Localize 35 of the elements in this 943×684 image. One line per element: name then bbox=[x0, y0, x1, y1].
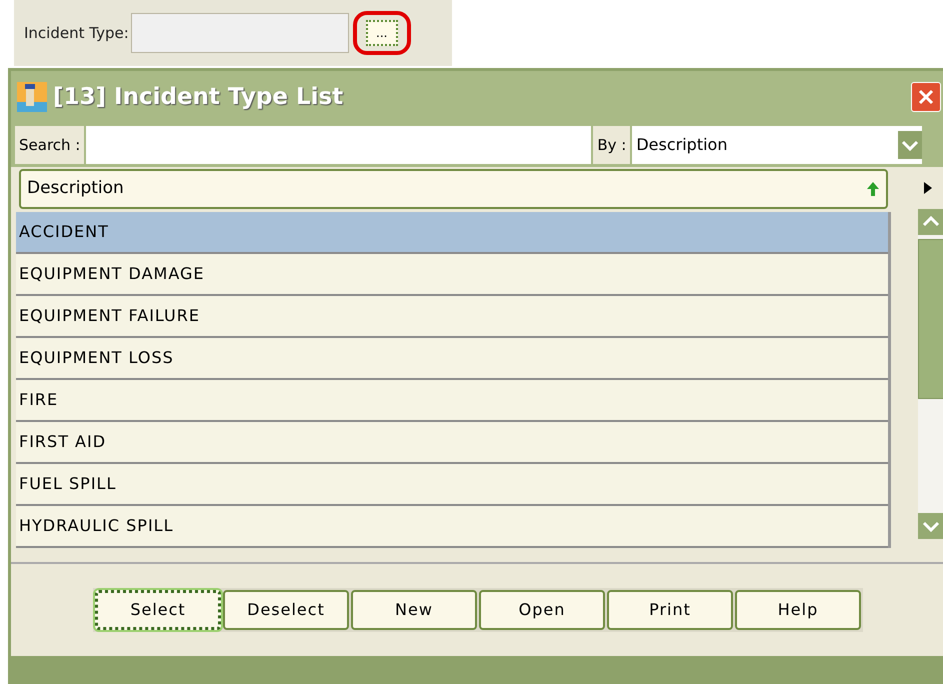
column-title: Description bbox=[27, 177, 124, 200]
scroll-down-icon[interactable] bbox=[918, 513, 943, 539]
search-label: Search : bbox=[15, 126, 84, 164]
dialog-button[interactable]: New bbox=[351, 590, 477, 630]
dialog-button[interactable]: Select bbox=[95, 590, 221, 630]
table-row[interactable]: EQUIPMENT FAILURE bbox=[16, 296, 888, 338]
column-header[interactable]: Description bbox=[19, 169, 888, 209]
by-dropdown[interactable]: Description bbox=[632, 126, 922, 164]
table-row[interactable]: ACCIDENT bbox=[16, 212, 888, 254]
dialog-button[interactable]: Help bbox=[735, 590, 861, 630]
table-row[interactable]: EQUIPMENT LOSS bbox=[16, 338, 888, 380]
table-row[interactable]: EQUIPMENT DAMAGE bbox=[16, 254, 888, 296]
by-label: By : bbox=[593, 126, 630, 164]
scroll-up-icon[interactable] bbox=[918, 209, 943, 235]
window-title: [13] Incident Type List bbox=[53, 82, 344, 112]
chevron-down-icon bbox=[898, 131, 922, 159]
close-icon bbox=[917, 88, 935, 106]
browse-button[interactable]: ... bbox=[366, 20, 398, 46]
table-row[interactable]: FIRE bbox=[16, 380, 888, 422]
scroll-thumb[interactable] bbox=[918, 239, 943, 399]
dialog-button[interactable]: Print bbox=[607, 590, 733, 630]
close-button[interactable] bbox=[911, 82, 941, 112]
scrollbar[interactable] bbox=[918, 209, 943, 539]
dialog-button[interactable]: Open bbox=[479, 590, 605, 630]
incident-type-field[interactable] bbox=[130, 13, 349, 53]
dialog-button[interactable]: Deselect bbox=[223, 590, 349, 630]
table-row[interactable]: FUEL SPILL bbox=[16, 464, 888, 506]
play-right-icon bbox=[923, 181, 933, 195]
field-label: Incident Type: bbox=[24, 22, 129, 44]
search-field[interactable] bbox=[86, 126, 592, 164]
sort-up-icon bbox=[866, 181, 880, 197]
dropdown-value: Description bbox=[636, 134, 728, 156]
table-row[interactable]: FIRST AID bbox=[16, 422, 888, 464]
lighthouse-icon bbox=[17, 82, 47, 112]
table-row[interactable]: HYDRAULIC SPILL bbox=[16, 506, 888, 548]
